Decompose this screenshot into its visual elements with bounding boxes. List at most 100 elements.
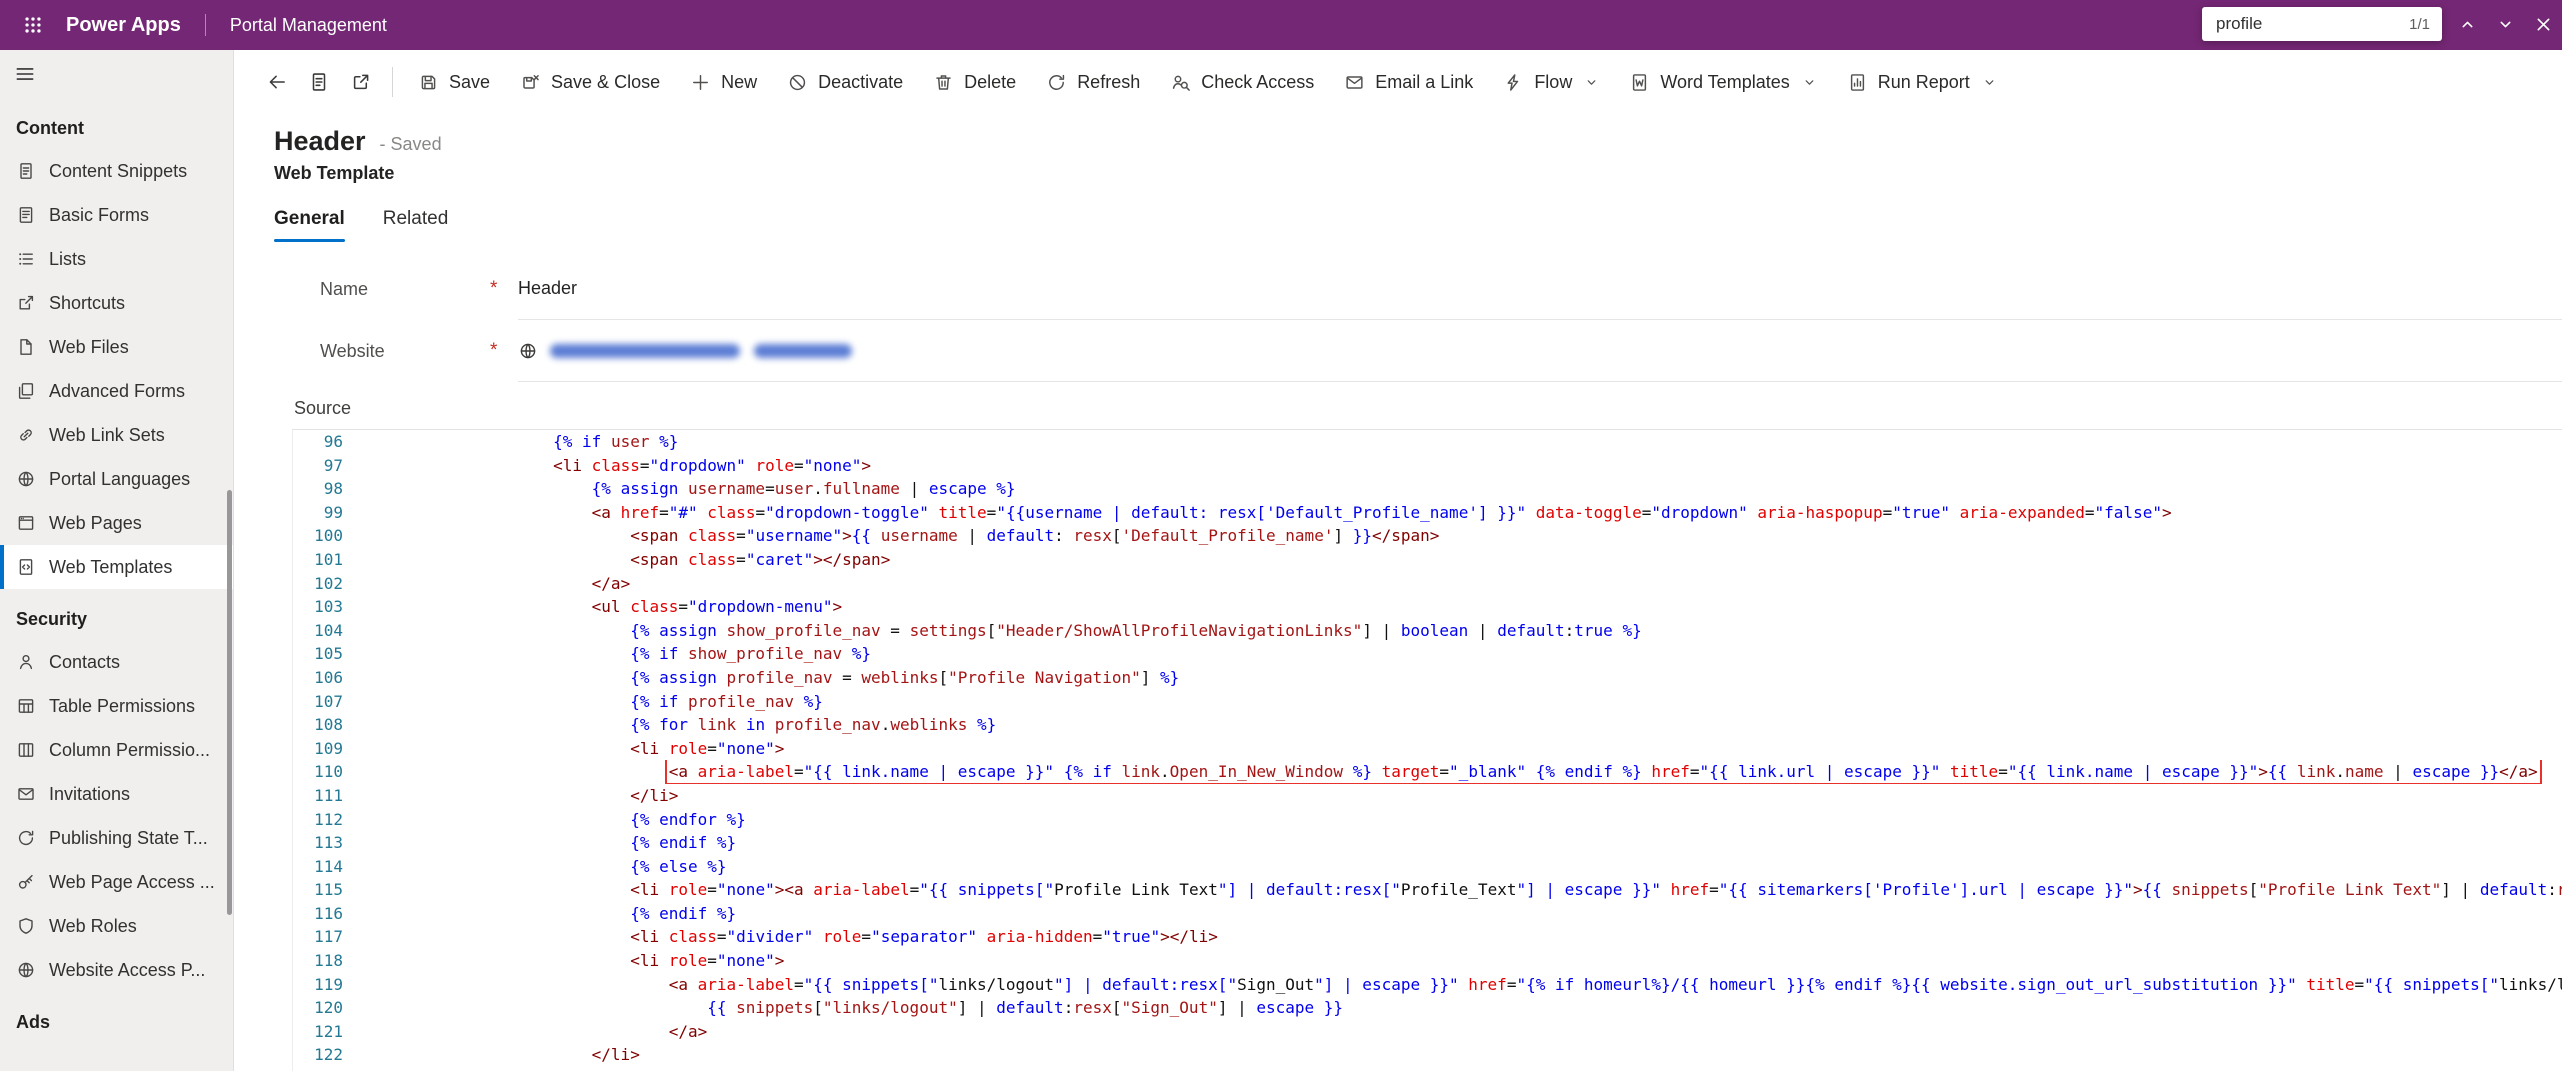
sidebar-item-label: Invitations: [49, 783, 131, 804]
sidebar-item-basic-forms[interactable]: Basic Forms: [0, 193, 233, 237]
save-close-button[interactable]: Save & Close: [505, 60, 675, 104]
code-line-122: 122 </li>: [293, 1043, 2562, 1067]
contact-icon: [16, 652, 36, 672]
report-icon: [1847, 72, 1868, 93]
page-access-icon: [16, 872, 36, 892]
sidebar-item-website-access-p[interactable]: Website Access P...: [0, 948, 233, 992]
environment-name[interactable]: Portal Management: [230, 15, 387, 36]
word-templates-button[interactable]: Word Templates: [1614, 60, 1831, 104]
save-close-icon: [520, 72, 541, 93]
table-permission-icon: [16, 696, 36, 716]
find-input[interactable]: profile 1/1: [2202, 7, 2442, 41]
app-name[interactable]: Power Apps: [66, 14, 181, 37]
code-line-110: 110 <a aria-label="{{ link.name | escape…: [293, 760, 2562, 784]
command-bar: Save Save & Close New Deactivate Delete Refre…: [234, 50, 2562, 114]
sidebar-item-shortcuts[interactable]: Shortcuts: [0, 281, 233, 325]
record-set-button[interactable]: [298, 60, 340, 104]
line-number: 122: [314, 1045, 343, 1065]
app-launcher-button[interactable]: [14, 6, 52, 44]
popout-button[interactable]: [340, 60, 382, 104]
code-line-103: 103 <ul class="dropdown-menu">: [293, 595, 2562, 619]
record-header: Header - Saved Web Template: [234, 114, 2562, 184]
code-line-99: 99 <a href="#" class="dropdown-toggle" t…: [293, 501, 2562, 525]
tab-related[interactable]: Related: [383, 208, 449, 242]
command-label: Word Templates: [1660, 71, 1790, 92]
command-label: New: [721, 71, 758, 92]
tab-general[interactable]: General: [274, 208, 345, 242]
command-label: Flow: [1534, 71, 1573, 92]
deactivate-icon: [787, 72, 808, 93]
sidebar-item-publishing-state-t[interactable]: Publishing State T...: [0, 816, 233, 860]
sidebar-item-lists[interactable]: Lists: [0, 237, 233, 281]
sidebar-item-web-files[interactable]: Web Files: [0, 325, 233, 369]
sidebar-sections: Content Content Snippets Basic Forms Lists S…: [0, 98, 233, 1043]
source-code-editor[interactable]: 96 {% if user %} 97 <li class="dropdown" …: [292, 429, 2562, 1071]
code-line-102: 102 </a>: [293, 572, 2562, 596]
sidebar-section-ads: Ads: [16, 1012, 51, 1032]
field-row-name: Name * Header: [292, 258, 2562, 320]
divider: [392, 67, 393, 97]
field-value-website[interactable]: [518, 320, 2562, 382]
back-button[interactable]: [256, 60, 298, 104]
divider: [204, 14, 206, 36]
sidebar-item-portal-languages[interactable]: Portal Languages: [0, 457, 233, 501]
code-line-120: 120 {{ snippets["links/logout"] | defaul…: [293, 996, 2562, 1020]
form-section: Name * Header Website * Source 96 {% if user…: [292, 258, 2562, 1071]
find-close-button[interactable]: [2530, 11, 2556, 37]
line-number: 101: [314, 549, 343, 569]
sidebar-item-web-templates[interactable]: Web Templates: [0, 545, 233, 589]
chevron-down-icon[interactable]: [1982, 75, 1997, 90]
required-asterisk: *: [490, 278, 498, 299]
column-permission-icon: [16, 740, 36, 760]
email-a-link-button[interactable]: Email a Link: [1329, 60, 1488, 104]
flow-button[interactable]: Flow: [1488, 60, 1614, 104]
line-number: 98: [323, 479, 343, 499]
line-number: 100: [314, 526, 343, 546]
line-number: 119: [314, 974, 343, 994]
line-number: 105: [314, 644, 343, 664]
sidebar-item-label: Contacts: [49, 651, 121, 672]
line-number: 106: [314, 667, 343, 687]
sidebar-item-label: Advanced Forms: [49, 380, 186, 401]
sidebar-item-column-permissio[interactable]: Column Permissio...: [0, 728, 233, 772]
line-number: 97: [323, 455, 343, 475]
main-content: Save Save & Close New Deactivate Delete Refre…: [234, 50, 2562, 1071]
field-value-name[interactable]: Header: [518, 258, 2562, 320]
shortcut-icon: [16, 293, 36, 313]
run-report-button[interactable]: Run Report: [1832, 60, 2012, 104]
sidebar-item-web-pages[interactable]: Web Pages: [0, 501, 233, 545]
advanced-form-icon: [16, 381, 36, 401]
line-number: 121: [314, 1021, 343, 1041]
sidebar-item-table-permissions[interactable]: Table Permissions: [0, 684, 233, 728]
sidebar-item-web-link-sets[interactable]: Web Link Sets: [0, 413, 233, 457]
refresh-button[interactable]: Refresh: [1031, 60, 1155, 104]
chevron-down-icon[interactable]: [1802, 75, 1817, 90]
tab-list: General Related: [234, 208, 2562, 242]
line-number: 108: [314, 715, 343, 735]
sidebar-scrollbar[interactable]: [227, 490, 232, 915]
code-line-115: 115 <li role="none"><a aria-label="{{ sn…: [293, 878, 2562, 902]
collapse-sitemap-button[interactable]: [0, 50, 44, 98]
refresh-icon: [1046, 72, 1067, 93]
find-previous-button[interactable]: [2454, 11, 2480, 37]
chevron-down-icon[interactable]: [1584, 75, 1599, 90]
code-line-112: 112 {% endfor %}: [293, 808, 2562, 832]
sidebar-item-web-roles[interactable]: Web Roles: [0, 904, 233, 948]
sidebar-item-contacts[interactable]: Contacts: [0, 640, 233, 684]
delete-button[interactable]: Delete: [918, 60, 1031, 104]
check-access-button[interactable]: Check Access: [1155, 60, 1329, 104]
sidebar-item-invitations[interactable]: Invitations: [0, 772, 233, 816]
command-label: Run Report: [1877, 71, 1970, 92]
sidebar-item-advanced-forms[interactable]: Advanced Forms: [0, 369, 233, 413]
code-line-119: 119 <a aria-label="{{ snippets["links/lo…: [293, 973, 2562, 997]
list-icon: [16, 249, 36, 269]
line-number: 112: [314, 809, 343, 829]
line-number: 113: [314, 833, 343, 853]
line-number: 111: [314, 785, 343, 805]
sidebar-item-content-snippets[interactable]: Content Snippets: [0, 149, 233, 193]
find-next-button[interactable]: [2492, 11, 2518, 37]
sidebar-item-web-page-access[interactable]: Web Page Access ...: [0, 860, 233, 904]
save-button[interactable]: Save: [403, 60, 505, 104]
deactivate-button[interactable]: Deactivate: [772, 60, 918, 104]
new-button[interactable]: New: [675, 60, 772, 104]
